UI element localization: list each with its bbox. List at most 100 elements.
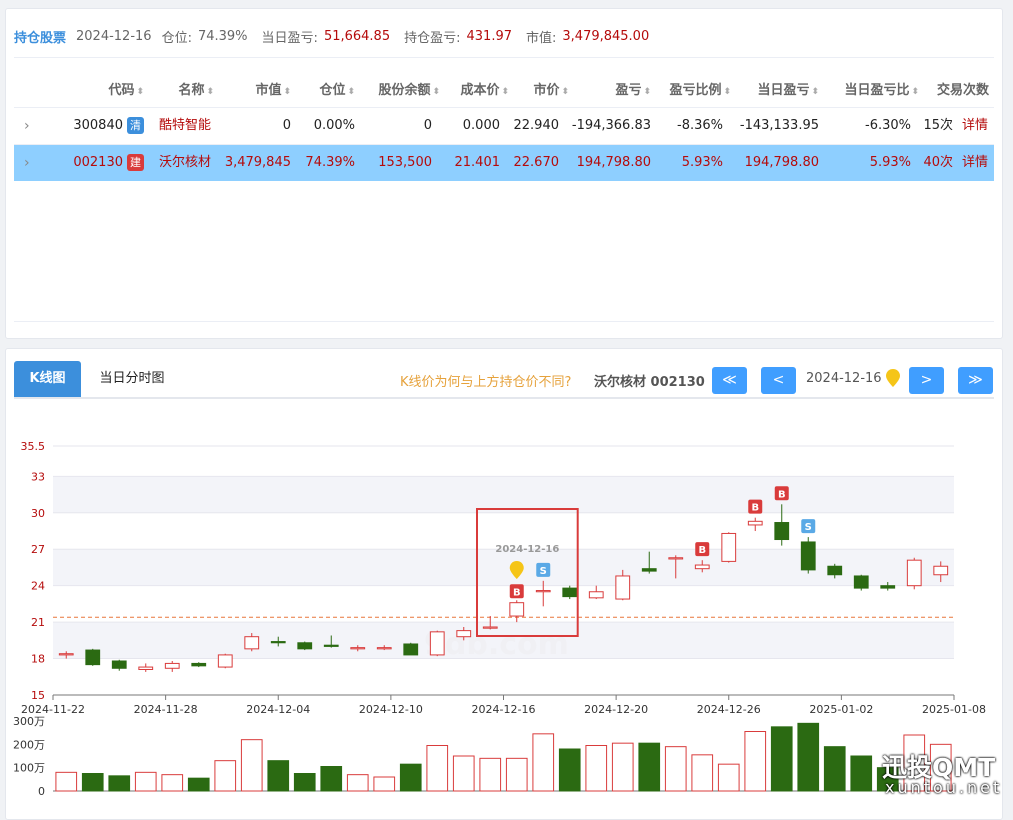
x-tick-label: 2024-12-04 bbox=[246, 703, 310, 716]
volume-bar bbox=[505, 757, 528, 792]
header-pl[interactable]: 盈亏 ⬍ bbox=[569, 75, 651, 107]
volume-bar bbox=[744, 731, 767, 792]
volume-bar bbox=[187, 777, 210, 792]
candle-body bbox=[588, 591, 604, 599]
y-tick-label: 33 bbox=[31, 470, 45, 483]
table-row[interactable]: › 002130 建 沃尔核材 3,479,845 74.39% 153,500 … bbox=[14, 145, 994, 181]
y-tick-label: 27 bbox=[31, 543, 45, 556]
chevron-right-icon[interactable]: › bbox=[24, 108, 30, 144]
price-cell: 22.670 bbox=[513, 155, 560, 170]
volume-bar bbox=[638, 742, 661, 792]
trade-marker-label: B bbox=[698, 545, 706, 556]
volume-bar bbox=[267, 760, 290, 792]
volume-bar bbox=[850, 755, 873, 792]
detail-link[interactable]: 详情 bbox=[954, 145, 988, 181]
volume-bar bbox=[611, 742, 634, 792]
candle-body bbox=[403, 643, 419, 656]
cost-cell: 21.401 bbox=[454, 155, 501, 170]
holdings-summary: 持仓股票 2024-12-16 仓位: 74.39% 当日盈亏: 51,664.… bbox=[14, 27, 657, 46]
position-cell: 0.00% bbox=[313, 118, 355, 133]
candle-body bbox=[668, 557, 684, 560]
x-tick-label: 2024-12-26 bbox=[697, 703, 761, 716]
code-cell: 002130 建 bbox=[54, 145, 144, 181]
header-pl-ratio[interactable]: 盈亏比例 ⬍ bbox=[651, 75, 731, 107]
kline-chart[interactable]: 35.5333027242118159db.com2024-11-22 2024-… bbox=[6, 349, 1002, 809]
volume-bar bbox=[240, 739, 263, 792]
x-tick-label: 2025-01-08 bbox=[922, 703, 986, 716]
trade-marker-label: S bbox=[540, 566, 547, 577]
y-tick-label: 24 bbox=[31, 580, 45, 593]
hold-pl-value: 431.97 bbox=[466, 28, 513, 44]
market-value-label: 市值: bbox=[526, 30, 557, 46]
table-row[interactable]: › 300840 清 酷特智能 0 0.00% 0 0.000 22.940 -1… bbox=[14, 108, 994, 144]
y-tick-label: 18 bbox=[31, 653, 45, 666]
divider bbox=[14, 321, 994, 322]
header-cost[interactable]: 成本价 ⬍ bbox=[440, 75, 509, 107]
candle-body bbox=[429, 631, 445, 656]
header-position[interactable]: 仓位 ⬍ bbox=[291, 75, 355, 107]
volume-bar bbox=[214, 760, 237, 792]
volume-bar bbox=[717, 763, 740, 792]
candle-body bbox=[297, 642, 313, 650]
header-price[interactable]: 市价 ⬍ bbox=[509, 75, 569, 107]
volume-bar bbox=[426, 745, 449, 792]
volume-bar bbox=[55, 771, 78, 792]
volume-bar bbox=[691, 754, 714, 792]
market-value-value: 3,479,845.00 bbox=[562, 28, 650, 44]
code-cell: 300840 清 bbox=[54, 108, 144, 144]
shares-cell: 0 bbox=[423, 118, 432, 133]
volume-bar bbox=[823, 746, 846, 792]
daily-pl-ratio-cell: 5.93% bbox=[869, 155, 911, 170]
header-shares[interactable]: 股份余额 ⬍ bbox=[355, 75, 440, 107]
candle-body bbox=[58, 653, 74, 656]
trades-cell: 15次 bbox=[923, 118, 953, 133]
candle-body bbox=[509, 602, 525, 617]
status-badge: 建 bbox=[127, 154, 144, 171]
hold-pl-label: 持仓盈亏: bbox=[404, 30, 461, 46]
trade-marker-label: B bbox=[751, 503, 759, 514]
daily-pl-value: 51,664.85 bbox=[323, 28, 391, 44]
trade-marker-label: B bbox=[778, 489, 786, 500]
divider bbox=[14, 57, 994, 58]
chart-panel: K线图 当日分时图 K线价为何与上方持仓价不同? 沃尔核材 002130 ≪ <… bbox=[5, 348, 1003, 820]
header-market-value[interactable]: 市值 ⬍ bbox=[214, 75, 291, 107]
plot-band bbox=[53, 476, 954, 513]
daily-pl-cell: -143,133.95 bbox=[739, 118, 819, 133]
volume-bar bbox=[161, 774, 184, 792]
detail-link[interactable]: 详情 bbox=[954, 108, 988, 144]
volume-tick-label: 300万 bbox=[13, 715, 45, 728]
holdings-panel: 持仓股票 2024-12-16 仓位: 74.39% 当日盈亏: 51,664.… bbox=[5, 8, 1003, 339]
name-cell: 酷特智能 bbox=[158, 118, 211, 133]
price-cell: 22.940 bbox=[513, 118, 560, 133]
volume-bar bbox=[532, 733, 555, 792]
candle-body bbox=[615, 575, 631, 600]
header-name[interactable]: 名称 ⬍ bbox=[144, 75, 214, 107]
header-code[interactable]: 代码 ⬍ bbox=[54, 75, 144, 107]
volume-bar bbox=[770, 726, 793, 792]
y-tick-label: 35.5 bbox=[21, 440, 46, 453]
candle-body bbox=[747, 520, 763, 526]
candle-body bbox=[906, 559, 922, 587]
x-tick-label: 2024-11-28 bbox=[134, 703, 198, 716]
header-daily-pl-ratio[interactable]: 当日盈亏比 ⬍ bbox=[819, 75, 919, 107]
candle-body bbox=[350, 647, 366, 650]
x-tick-label: 2024-12-10 bbox=[359, 703, 423, 716]
chevron-right-icon[interactable]: › bbox=[24, 145, 30, 181]
cost-cell: 0.000 bbox=[462, 118, 500, 133]
header-daily-pl[interactable]: 当日盈亏 ⬍ bbox=[731, 75, 819, 107]
header-trades[interactable]: 交易次数 bbox=[919, 75, 989, 107]
shares-cell: 153,500 bbox=[378, 155, 432, 170]
volume-bar bbox=[479, 757, 502, 792]
table-header: 代码 ⬍ 名称 ⬍ 市值 ⬍ 仓位 ⬍ 股份余额 ⬍ 成本价 ⬍ 市价 ⬍ 盈亏 ⬍ 盈亏比例 ⬍… bbox=[14, 75, 994, 107]
y-tick-label: 15 bbox=[31, 689, 45, 702]
volume-bar bbox=[108, 775, 131, 792]
candle-body bbox=[217, 654, 233, 668]
candle-body bbox=[641, 568, 657, 572]
candle-body bbox=[323, 644, 339, 647]
volume-bar bbox=[81, 773, 104, 792]
y-tick-label: 21 bbox=[31, 616, 45, 629]
x-tick-label: 2024-12-20 bbox=[584, 703, 648, 716]
volume-tick-label: 200万 bbox=[13, 738, 45, 751]
x-tick-label: 2025-01-02 bbox=[809, 703, 873, 716]
trade-marker-label: B bbox=[513, 587, 521, 598]
